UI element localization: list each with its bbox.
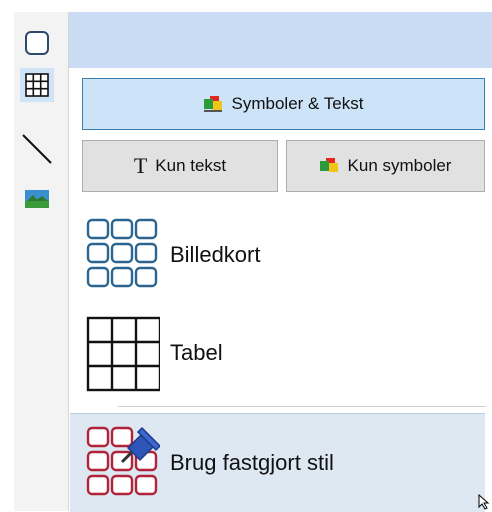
symbols-only-button[interactable]: Kun symboler [286,140,485,192]
table-label: Tabel [170,340,223,365]
table-icon [86,316,160,392]
text-only-button[interactable]: T Kun tekst [82,140,278,192]
layout-picture-cards[interactable]: Billedkort [70,210,485,300]
image-tool[interactable] [20,182,54,216]
divider [118,406,486,407]
symbols-icon [319,158,338,172]
grid-icon [25,73,49,97]
picture-icon [25,190,49,208]
text-only-label: Kun tekst [155,156,227,175]
symbols-icon [203,96,222,112]
layout-pinned-style[interactable]: Brug fastgjort stil [70,413,485,512]
rounded-square-icon [25,31,49,55]
picture-cards-label: Billedkort [170,242,261,267]
symbols-and-text-button[interactable]: Symboler & Tekst [82,78,485,130]
pinned-cards-icon [86,426,160,496]
header-band [69,12,492,68]
tool-strip [14,12,69,511]
picture-cards-icon [86,218,158,288]
table-tool[interactable] [20,68,54,102]
mouse-cursor-icon [478,494,490,510]
shape-tool[interactable] [20,26,54,60]
text-t-icon: T [133,153,148,178]
line-tool[interactable] [20,132,54,166]
line-icon [22,134,52,164]
layout-table[interactable]: Tabel [70,308,485,398]
pinned-style-label: Brug fastgjort stil [170,450,334,475]
symbols-only-label: Kun symboler [347,156,452,175]
symbols-and-text-label: Symboler & Tekst [231,94,364,113]
